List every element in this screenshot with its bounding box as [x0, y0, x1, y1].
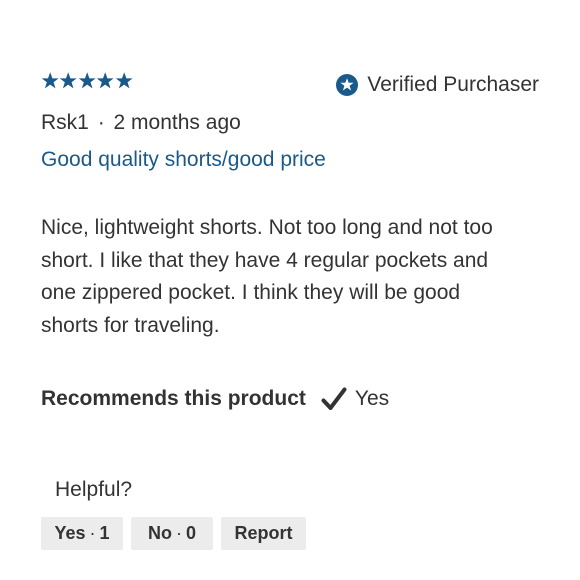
recommendation-answer: Yes — [354, 387, 390, 410]
checkmark-icon — [321, 387, 347, 411]
helpful-label: Helpful? — [55, 478, 133, 501]
recommendation-label: Recommends this product — [41, 387, 306, 410]
star-icon — [59, 69, 78, 93]
separator-dot: · — [89, 523, 96, 543]
report-button[interactable]: Report — [221, 517, 306, 550]
no-count: 0 — [185, 523, 196, 543]
recommendation: Recommends this product Yes — [41, 387, 389, 411]
review-title: Good quality shorts/good price — [41, 148, 326, 171]
no-label: No — [147, 523, 172, 543]
yes-label: Yes — [54, 523, 86, 543]
star-icon — [41, 69, 59, 93]
helpful-vote-row: Yes · 1 No · 0 Report — [41, 517, 306, 550]
yes-count: 1 — [99, 523, 110, 543]
star-icon — [115, 69, 133, 93]
helpful-yes-button[interactable]: Yes · 1 — [41, 517, 123, 550]
review-date: 2 months ago — [113, 111, 241, 134]
star-icon — [96, 69, 114, 93]
star-rating — [41, 69, 133, 93]
review-body: Nice, lightweight shorts. Not too long a… — [41, 216, 493, 337]
star-icon — [78, 69, 96, 93]
helpful-no-button[interactable]: No · 0 — [131, 517, 213, 550]
reviewer-name: Rsk1 — [41, 111, 89, 134]
verified-label: Verified Purchaser — [367, 73, 539, 96]
reviewer-info: Rsk1 · 2 months ago — [41, 111, 241, 135]
separator-dot: · — [97, 111, 105, 134]
star-badge-icon — [336, 74, 359, 96]
report-label: Report — [234, 523, 293, 543]
verified-purchaser-badge: Verified Purchaser — [336, 73, 539, 97]
separator-dot: · — [175, 523, 182, 543]
